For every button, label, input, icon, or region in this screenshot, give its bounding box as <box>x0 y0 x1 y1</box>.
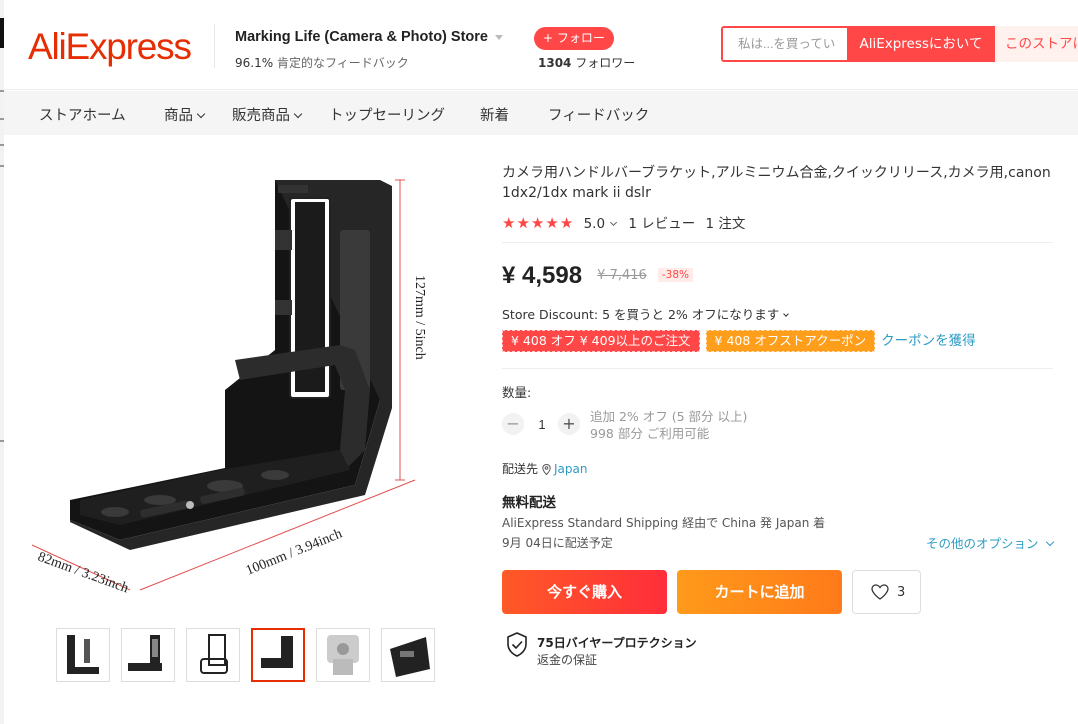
store-discount-text: Store Discount: 5 を買うと 2% オフになります <box>502 307 780 322</box>
search-aliexpress-button[interactable]: AliExpressにおいて <box>847 26 995 62</box>
thumbnail[interactable] <box>186 628 240 682</box>
rating-row: ★★★★★ 5.0 1 レビュー 1 注文 <box>502 212 745 232</box>
followers-label: フォロワー <box>575 56 636 70</box>
store-header: AliExpress Marking Life (Camera & Photo)… <box>4 0 1078 90</box>
star-icon: ★ <box>530 214 545 232</box>
shipping-method: AliExpress Standard Shipping 経由で China 発… <box>502 516 826 530</box>
other-options-label: その他のオプション <box>926 536 1039 551</box>
chevron-down-icon <box>196 109 206 119</box>
thumbnail[interactable] <box>381 628 435 682</box>
other-shipping-options-link[interactable]: その他のオプション <box>926 533 1054 552</box>
current-price: ¥ 4,598 <box>502 262 583 289</box>
quantity-note: 追加 2% オフ (5 部分 以上) 998 部分 ご利用可能 <box>590 408 747 442</box>
nav-label: 商品 <box>164 108 193 124</box>
nav-label: 新着 <box>480 108 509 124</box>
nav-item-feedback[interactable]: フィードバック <box>548 104 649 125</box>
stock-available-note: 998 部分 ご利用可能 <box>590 426 710 441</box>
search-box: AliExpressにおいて このストアに <box>721 26 1078 62</box>
order-count: 1 注文 <box>705 216 746 232</box>
coupon-order-discount[interactable]: ¥ 408 オフ ¥ 409以上のご注文 <box>502 330 700 352</box>
nav-item-top-selling[interactable]: トップセーリング <box>329 104 445 125</box>
thumbnail[interactable] <box>56 628 110 682</box>
review-count[interactable]: 1 レビュー <box>628 216 695 232</box>
thumbnail[interactable] <box>316 628 370 682</box>
search-input[interactable] <box>723 28 847 60</box>
heart-icon <box>871 584 889 600</box>
location-pin-icon <box>542 464 551 475</box>
chevron-down-icon[interactable] <box>610 218 618 227</box>
rating-score[interactable]: 5.0 <box>584 216 605 232</box>
store-name[interactable]: Marking Life (Camera & Photo) Store <box>235 29 488 45</box>
protection-title: 75日バイヤープロテクション <box>537 636 697 650</box>
wishlist-button[interactable]: 3 <box>852 570 921 614</box>
header-divider <box>214 24 215 68</box>
thumbnail-image <box>261 636 293 668</box>
store-nav: ストアホーム 商品 販売商品 トップセーリング 新着 フィードバック <box>4 91 1078 135</box>
product-title: カメラ用ハンドルバーブラケット,アルミニウム合金,クイックリリース,カメラ用,c… <box>502 165 1051 201</box>
buyer-protection: 75日バイヤープロテクション 返金の保証 <box>506 632 697 667</box>
followers-number: 1304 <box>538 56 572 70</box>
camera-bracket-image: 127mm / 5inch 100mm / 3.94inch 82mm / 3.… <box>31 179 427 597</box>
quantity-increase-button[interactable]: + <box>558 413 580 435</box>
ship-to-label: 配送先 <box>502 462 539 476</box>
ship-to: 配送先 Japan <box>502 460 587 477</box>
dimension-width-label: 100mm / 3.94inch <box>244 526 344 578</box>
quantity-input[interactable] <box>530 413 554 435</box>
thumbnail-image <box>128 635 162 671</box>
bulk-discount-note: 追加 2% オフ (5 部分 以上) <box>590 409 748 424</box>
buy-now-button[interactable]: 今すぐ購入 <box>502 570 667 614</box>
coupon-row: ¥ 408 オフ ¥ 409以上のご注文 ¥ 408 オフストアクーポン クーポンを… <box>502 330 976 352</box>
star-icon: ★ <box>559 214 574 232</box>
nav-item-sale-products[interactable]: 販売商品 <box>232 104 303 125</box>
quantity-label: 数量: <box>502 385 532 400</box>
original-price: ¥ 7,416 <box>597 268 647 283</box>
add-to-cart-button[interactable]: カートに追加 <box>677 570 842 614</box>
aliexpress-logo[interactable]: AliExpress <box>28 26 192 68</box>
price-row: ¥ 4,598 ¥ 7,416 -38% <box>502 262 694 290</box>
nav-label: トップセーリング <box>329 108 445 124</box>
nav-item-products[interactable]: 商品 <box>164 104 206 125</box>
thumbnail-image <box>390 637 430 677</box>
delivery-date: 9月 04日に配送予定 <box>502 536 613 550</box>
rating-percent: 96.1% <box>235 56 274 70</box>
thumbnail-image <box>200 634 228 674</box>
discount-badge: -38% <box>657 268 694 282</box>
star-icon: ★ <box>516 214 530 232</box>
get-coupons-link[interactable]: クーポンを獲得 <box>881 330 976 352</box>
divider <box>502 242 1053 243</box>
chevron-down-icon <box>783 311 790 317</box>
ship-to-country[interactable]: Japan <box>554 462 587 476</box>
store-menu-caret-icon[interactable] <box>495 35 503 40</box>
star-icon: ★ <box>502 214 516 232</box>
nav-label: 販売商品 <box>232 108 290 124</box>
thumbnail-image <box>327 635 359 675</box>
store-rating: 96.1% 肯定的なフィードバック <box>235 54 409 71</box>
chevron-down-icon <box>293 109 303 119</box>
nav-item-new-arrivals[interactable]: 新着 <box>480 104 509 125</box>
quantity-decrease-button[interactable]: − <box>502 413 524 435</box>
dimension-height-label: 127mm / 5inch <box>412 275 427 360</box>
followers-count: 1304 フォロワー <box>538 54 635 71</box>
nav-item-store-home[interactable]: ストアホーム <box>39 104 126 125</box>
follow-button[interactable]: + フォロー <box>534 27 614 50</box>
thumbnail-image <box>67 635 99 674</box>
coupon-store[interactable]: ¥ 408 オフストアクーポン <box>705 330 876 352</box>
store-discount[interactable]: Store Discount: 5 を買うと 2% オフになります <box>502 304 790 323</box>
product-main-image[interactable]: 127mm / 5inch 100mm / 3.94inch 82mm / 3.… <box>20 150 480 610</box>
free-shipping-label: 無料配送 <box>502 495 556 511</box>
thumbnail[interactable] <box>121 628 175 682</box>
wishlist-count: 3 <box>897 585 906 600</box>
dimension-depth-label: 82mm / 3.23inch <box>36 550 131 597</box>
rating-text: 肯定的なフィードバック <box>276 56 409 70</box>
nav-label: フィードバック <box>548 108 650 124</box>
shield-check-icon <box>507 632 527 657</box>
chevron-down-icon <box>1045 537 1054 547</box>
protection-subtitle: 返金の保証 <box>537 653 598 667</box>
star-icon: ★ <box>545 214 559 232</box>
nav-label: ストアホーム <box>39 108 126 124</box>
search-store-button[interactable]: このストアに <box>995 26 1078 62</box>
divider <box>502 368 1053 369</box>
thumbnail-active[interactable] <box>251 628 305 682</box>
